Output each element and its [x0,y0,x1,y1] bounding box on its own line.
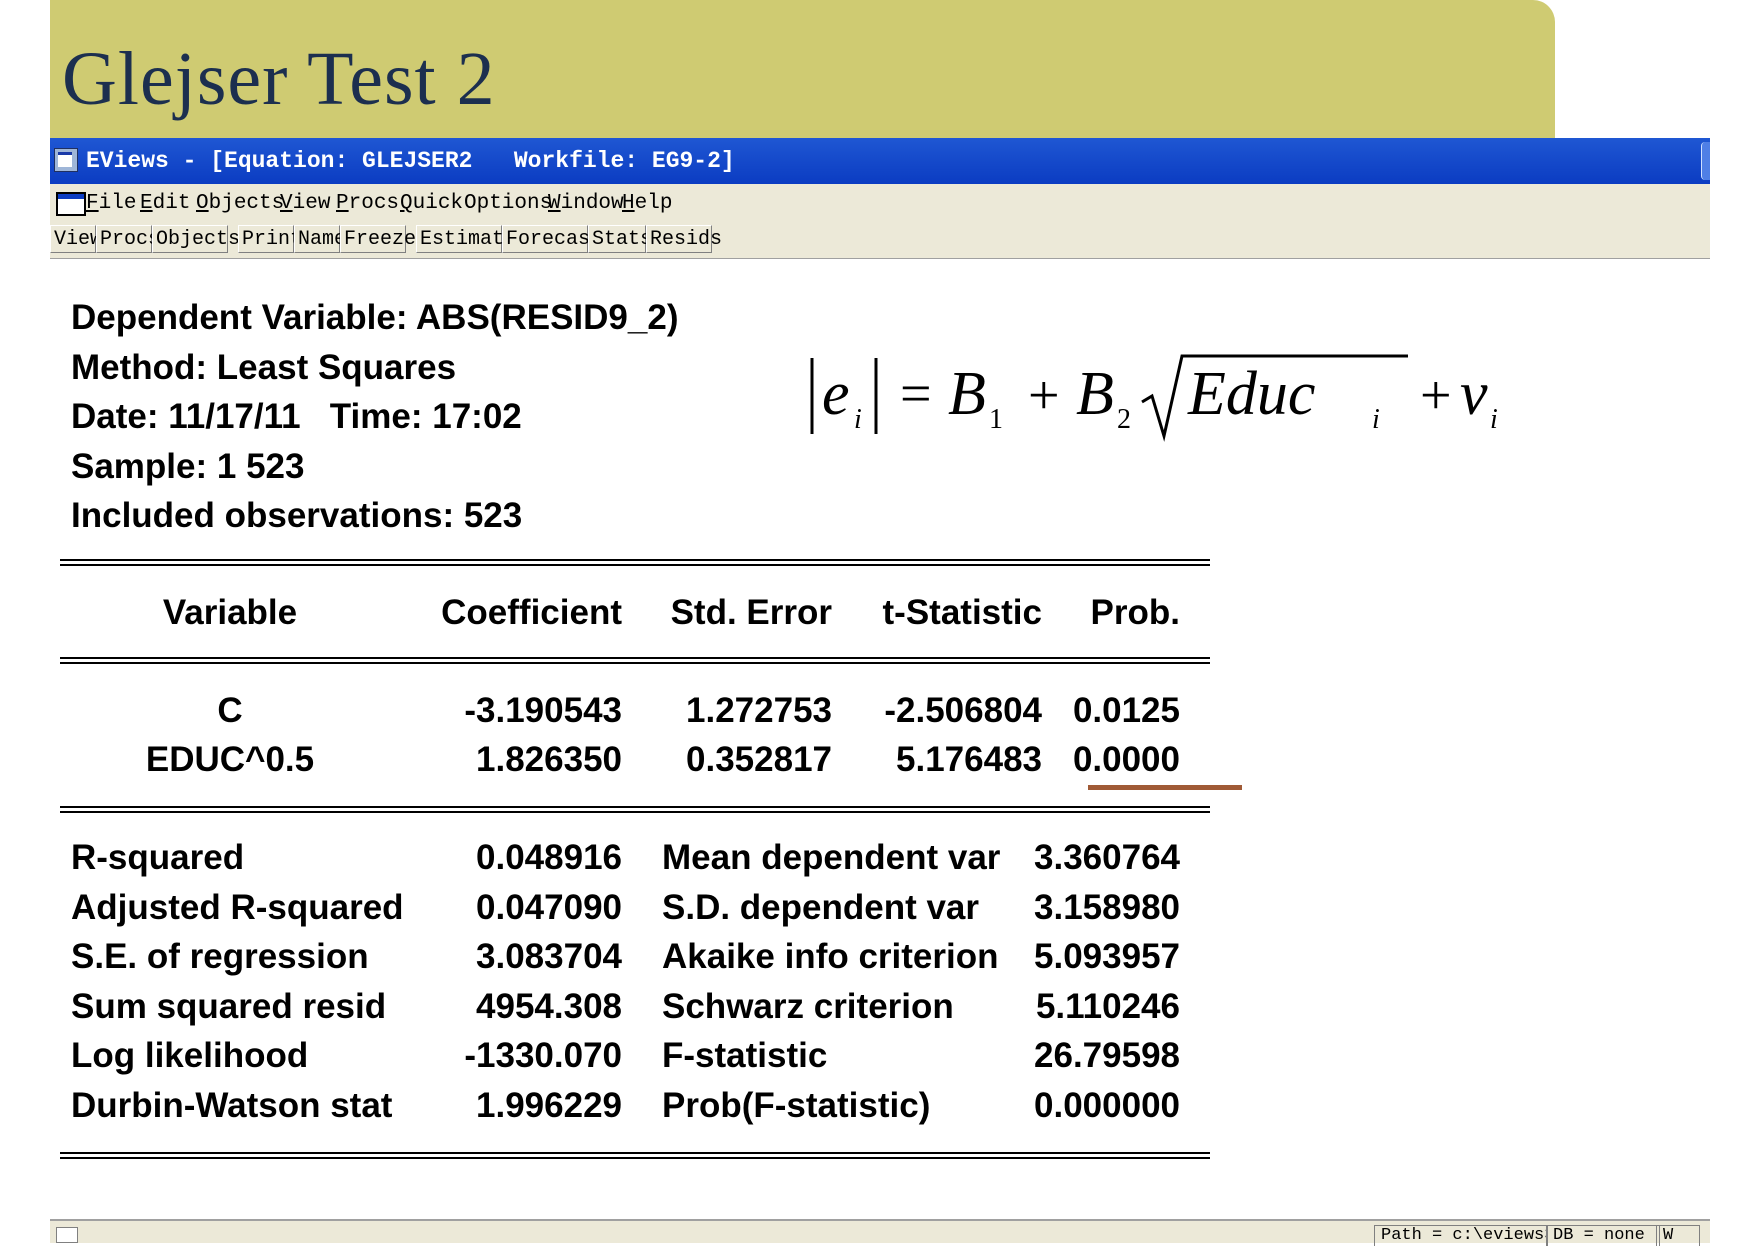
toolbar-name-button[interactable]: Name [294,225,346,253]
table-row-std-error: 0.352817 [686,740,832,779]
menu-view[interactable]: View [280,192,330,215]
table-row-coefficient: -3.190543 [464,691,622,730]
menu-options[interactable]: Options [464,192,552,215]
window-control-button[interactable] [1701,142,1710,180]
method-line: Method: Least Squares [71,348,457,387]
formula-e: e [822,360,850,428]
status-workfile: W [1656,1225,1700,1246]
menu-file[interactable]: File [86,192,136,215]
menu-bar: File Edit Objects View Procs Quick Optio… [50,184,1710,222]
table-row-prob: 0.0125 [1072,691,1180,730]
eviews-window: EViews - [Equation: GLEJSER2 Workfile: E… [50,138,1710,1246]
menu-procs[interactable]: Procs [336,192,399,215]
stat-label-r-squared: R-squared [71,838,245,877]
window-titlebar[interactable]: EViews - [Equation: GLEJSER2 Workfile: E… [50,138,1710,184]
formula-sub-i-educ: i [1372,404,1380,435]
equation-toolbar: View Procs Objects Print Name Freeze Est… [50,222,1710,259]
column-header-t-statistic: t-Statistic [882,593,1042,632]
table-row-prob: 0.0000 [1072,740,1180,779]
stat-value-log-likelihood: -1330.070 [464,1036,622,1075]
table-row-variable: EDUC^0.5 [145,740,315,779]
stat-label-sum-squared-resid: Sum squared resid [71,987,387,1026]
column-header-std-error: Std. Error [670,593,832,632]
glejser-formula: e i = B 1 + B 2 Educ i + v i [810,354,1498,442]
toolbar-resids-button[interactable]: Resids [646,225,722,253]
table-rule-top [60,559,1210,566]
formula-sub-1: 1 [989,404,1003,435]
stat-label-adj-r-squared: Adjusted R-squared [71,888,404,927]
table-rule-middle [60,806,1210,813]
formula-sub-2: 2 [1117,404,1131,435]
column-header-prob: Prob. [1090,593,1180,632]
menu-objects[interactable]: Objects [196,192,284,215]
toolbar-forecast-button[interactable]: Forecast [502,225,602,253]
table-row-t-statistic: -2.506804 [884,691,1042,730]
formula-educ: Educ [1187,360,1315,428]
toolbar-freeze-button[interactable]: Freeze [340,225,416,253]
toolbar-stats-button[interactable]: Stats [588,225,652,253]
dependent-variable-line: Dependent Variable: ABS(RESID9_2) [71,298,679,337]
stat-value-sum-squared-resid: 4954.308 [476,987,622,1026]
column-header-coefficient: Coefficient [441,593,622,632]
toolbar-view-button[interactable]: View [50,225,102,253]
stat-value-sd-dependent: 3.158980 [1034,888,1180,927]
table-row-variable: C [217,691,243,730]
document-window-icon[interactable] [56,192,86,216]
date-time-line: Date: 11/17/11 Time: 17:02 [71,397,522,436]
toolbar-print-button[interactable]: Print [238,225,302,253]
menu-help[interactable]: Help [622,192,672,215]
status-bar: Path = c:\eviews3 DB = none W [50,1219,1710,1246]
stat-label-log-likelihood: Log likelihood [71,1036,309,1075]
column-header-variable: Variable [162,593,298,632]
toolbar-objects-button[interactable]: Objects [152,225,240,253]
menu-edit[interactable]: Edit [140,192,190,215]
table-row-coefficient: 1.826350 [476,740,622,779]
toolbar-estimate-button[interactable]: Estimate [416,225,516,253]
toolbar-procs-button[interactable]: Procs [96,225,160,253]
stat-label-durbin-watson: Durbin-Watson stat [71,1086,393,1125]
stat-value-r-squared: 0.048916 [476,838,622,877]
stat-label-f-statistic: F-statistic [662,1036,828,1075]
formula-b1: B [948,360,986,428]
stat-value-prob-f-statistic: 0.000000 [1034,1086,1180,1125]
stat-value-adj-r-squared: 0.047090 [476,888,622,927]
stat-label-schwarz: Schwarz criterion [662,987,954,1026]
stat-value-durbin-watson: 1.996229 [476,1086,622,1125]
menu-window[interactable]: Window [548,192,624,215]
stat-value-akaike: 5.093957 [1034,937,1180,976]
sample-line: Sample: 1 523 [71,447,305,486]
formula-equals: = [900,363,932,425]
formula-v: v [1460,360,1488,428]
table-row-t-statistic: 5.176483 [896,740,1042,779]
formula-b2: B [1076,360,1114,428]
menu-quick[interactable]: Quick [400,192,463,215]
status-path: Path = c:\eviews3 [1374,1225,1548,1246]
stat-label-prob-f-statistic: Prob(F-statistic) [662,1086,931,1125]
stat-value-se-regression: 3.083704 [476,937,622,976]
stat-value-schwarz: 5.110246 [1035,987,1180,1026]
stat-value-mean-dependent: 3.360764 [1034,838,1180,877]
table-rule-bottom [60,1152,1210,1159]
status-db: DB = none [1546,1225,1660,1246]
stat-label-se-regression: S.E. of regression [71,937,369,976]
table-rule-header [60,657,1210,664]
table-row-std-error: 1.272753 [686,691,832,730]
formula-sub-i: i [854,404,862,435]
slide-title: Glejser Test 2 [62,37,496,121]
stat-label-akaike: Akaike info criterion [662,937,999,976]
window-title: EViews - [Equation: GLEJSER2 Workfile: E… [86,148,735,174]
prob-highlight-underline [1088,785,1242,790]
observations-line: Included observations: 523 [71,496,523,535]
stat-value-f-statistic: 26.79598 [1034,1036,1180,1075]
eviews-app-icon[interactable] [54,148,78,172]
formula-plus-2: + [1420,365,1452,427]
formula-plus-1: + [1028,365,1060,427]
formula-sub-i-v: i [1490,404,1498,435]
stat-label-mean-dependent: Mean dependent var [662,838,1001,877]
stat-label-sd-dependent: S.D. dependent var [662,888,980,927]
